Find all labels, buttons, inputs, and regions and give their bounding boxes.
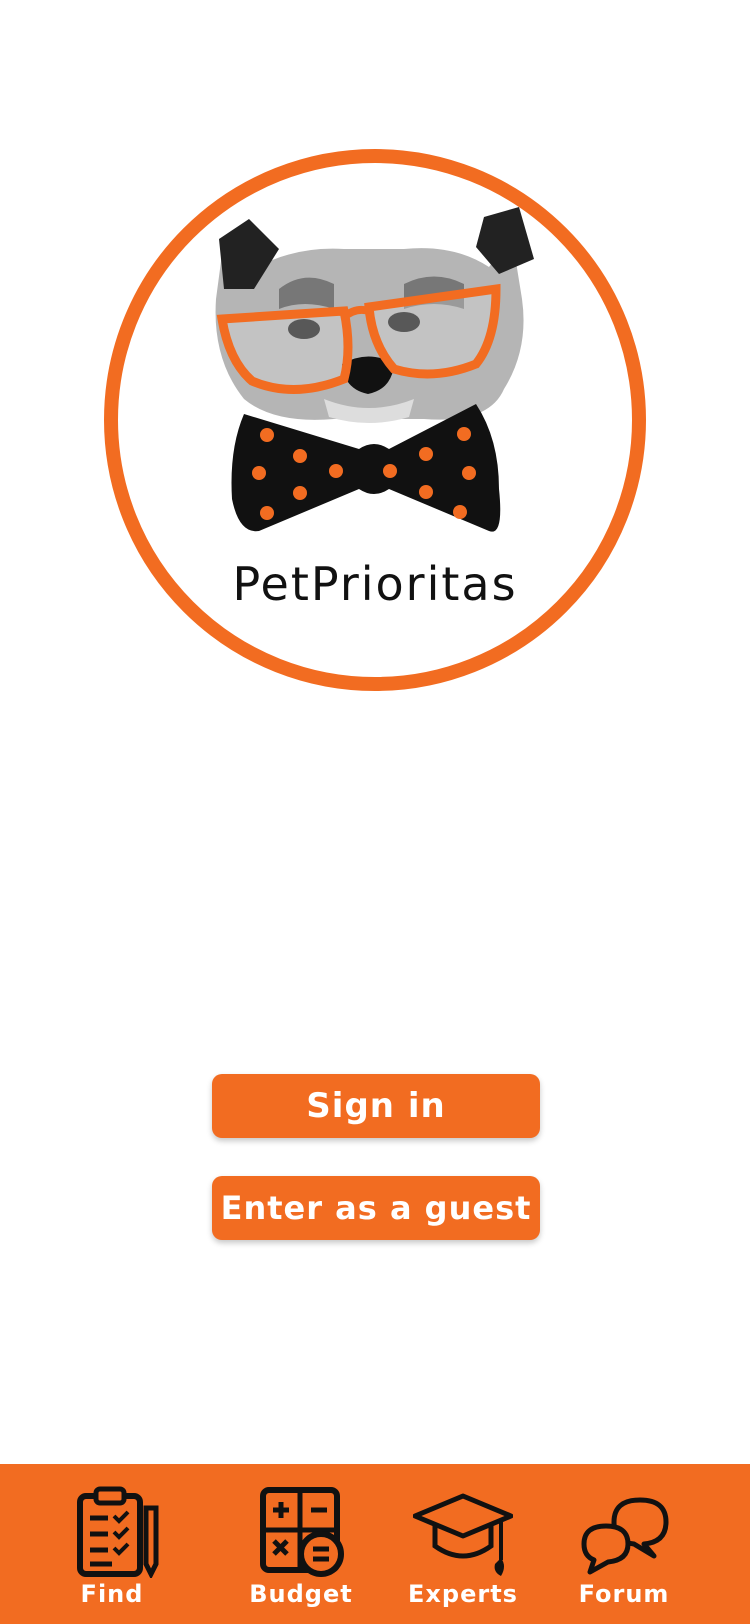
tab-budget[interactable]: Budget	[226, 1464, 376, 1624]
calculator-icon	[260, 1487, 344, 1577]
tab-forum-label: Forum	[578, 1580, 670, 1608]
enter-as-guest-button[interactable]: Enter as a guest	[212, 1176, 540, 1240]
tab-find[interactable]: Find	[37, 1464, 187, 1624]
sign-in-button[interactable]: Sign in	[212, 1074, 540, 1138]
app-logo: PetPrioritas	[104, 149, 646, 691]
tab-find-label: Find	[80, 1580, 144, 1608]
brand-wordmark: PetPrioritas	[232, 557, 518, 611]
tab-experts-label: Experts	[408, 1580, 518, 1608]
bottom-tab-bar: Find Budget Experts Forum	[0, 1464, 750, 1624]
tab-experts[interactable]: Experts	[388, 1464, 538, 1624]
tab-forum[interactable]: Forum	[549, 1464, 699, 1624]
speech-bubbles-icon	[581, 1497, 669, 1575]
graduation-cap-icon	[413, 1493, 513, 1576]
clipboard-checklist-icon	[77, 1486, 159, 1578]
tab-budget-label: Budget	[249, 1580, 353, 1608]
